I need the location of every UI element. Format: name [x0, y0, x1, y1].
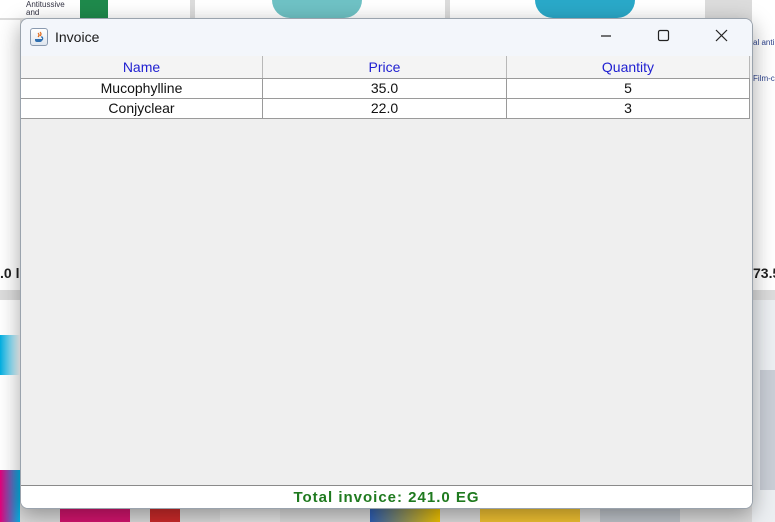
minimize-button[interactable]: [583, 19, 629, 56]
product-image: [0, 470, 20, 522]
maximize-icon: [657, 29, 670, 47]
product-image: [60, 507, 130, 522]
product-image: [370, 507, 440, 522]
cell-price[interactable]: 35.0: [263, 79, 507, 98]
product-image: [600, 507, 680, 522]
total-invoice-label: Total invoice: 241.0 EG: [293, 489, 480, 506]
maximize-button[interactable]: [640, 19, 686, 56]
product-image: [760, 370, 775, 490]
product-image: [480, 507, 580, 522]
cell-price[interactable]: 22.0: [263, 99, 507, 118]
java-app-icon: [30, 28, 48, 46]
cell-quantity[interactable]: 5: [507, 79, 750, 98]
product-image: [272, 0, 362, 18]
product-image: [150, 507, 180, 522]
product-label: Film-c: [753, 74, 775, 83]
close-icon: [715, 29, 728, 47]
invoice-footer: Total invoice: 241.0 EG: [21, 485, 752, 508]
cell-name[interactable]: Conjyclear: [21, 99, 263, 118]
product-label: al anti: [753, 38, 775, 47]
column-header-quantity[interactable]: Quantity: [507, 56, 750, 78]
product-image: [535, 0, 635, 18]
product-price: 73.5: [753, 265, 775, 281]
invoice-table[interactable]: Name Price Quantity Mucophylline 35.0 5 …: [21, 56, 752, 485]
product-image: [0, 335, 20, 375]
close-button[interactable]: [698, 19, 744, 56]
window-title: Invoice: [55, 29, 100, 45]
column-header-name[interactable]: Name: [21, 56, 263, 78]
title-bar[interactable]: Invoice: [21, 19, 752, 56]
column-header-price[interactable]: Price: [263, 56, 507, 78]
cell-quantity[interactable]: 3: [507, 99, 750, 118]
table-row[interactable]: Mucophylline 35.0 5: [21, 79, 750, 99]
product-tile[interactable]: [0, 20, 20, 290]
product-price: .0 l: [0, 265, 20, 281]
table-header: Name Price Quantity: [21, 56, 750, 79]
cell-name[interactable]: Mucophylline: [21, 79, 263, 98]
table-row[interactable]: Conjyclear 22.0 3: [21, 99, 750, 119]
minimize-icon: [600, 29, 612, 47]
product-image: [220, 507, 280, 522]
invoice-window: Invoice Name Price Quantity Mucophylline…: [20, 18, 753, 509]
product-image: [80, 0, 108, 18]
product-label: and: [26, 8, 40, 17]
